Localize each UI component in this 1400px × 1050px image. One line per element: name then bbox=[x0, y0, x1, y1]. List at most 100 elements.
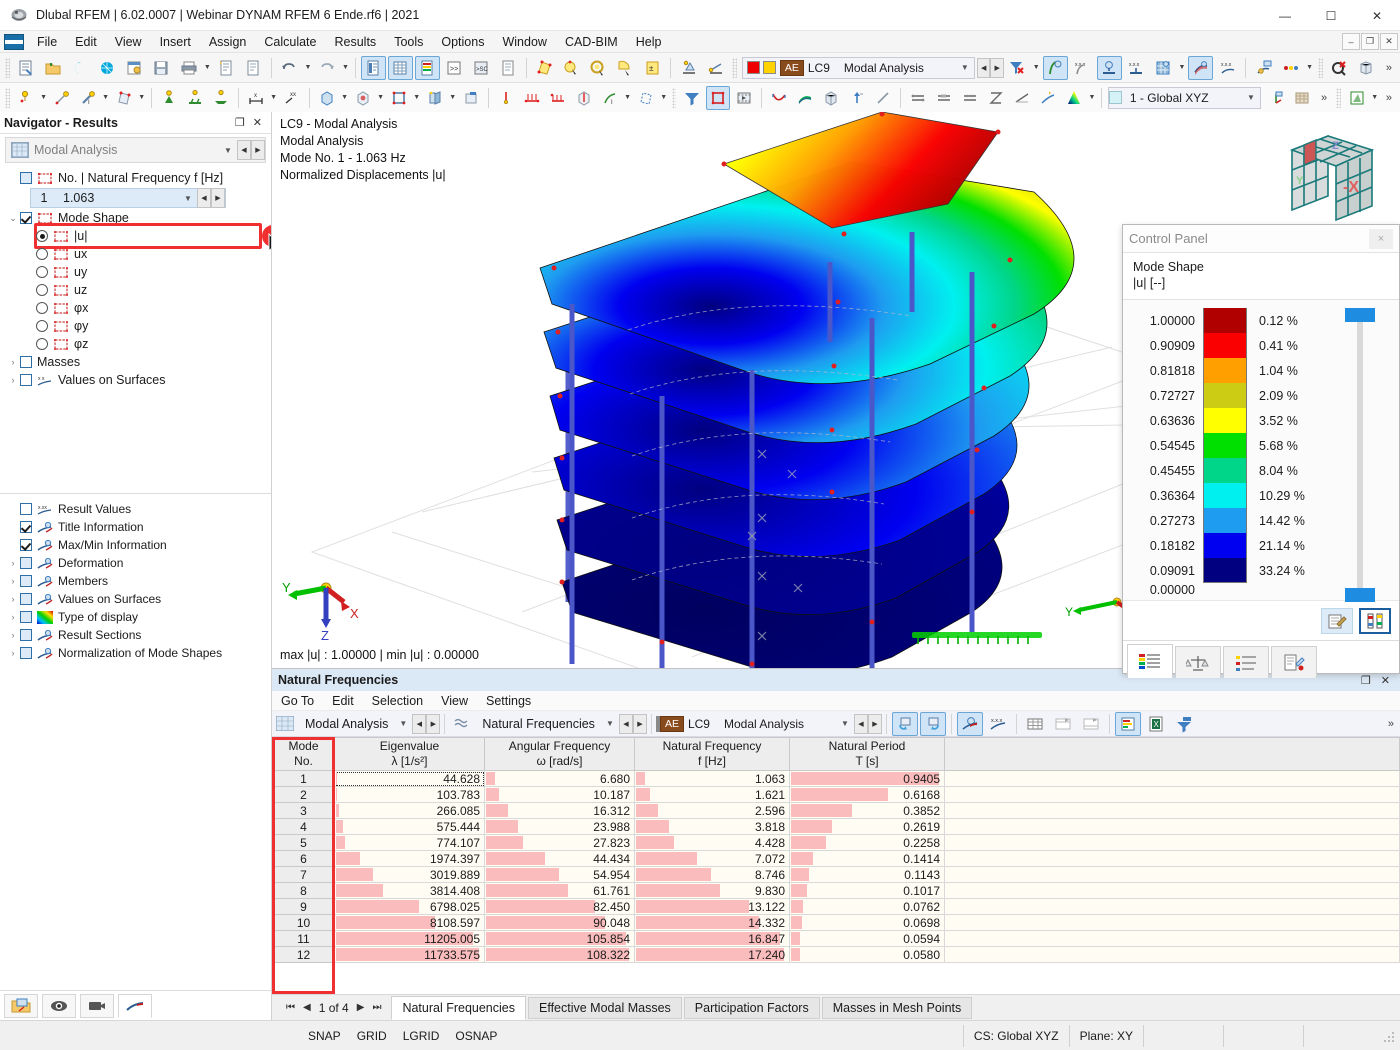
eye-views-icon[interactable] bbox=[42, 993, 76, 1018]
expand-chevron-icon[interactable]: › bbox=[6, 357, 20, 367]
frame-dropdown-icon[interactable]: ▼ bbox=[412, 86, 422, 110]
new-line-icon[interactable] bbox=[50, 86, 74, 110]
menu-cad-bim[interactable]: CAD-BIM bbox=[556, 33, 627, 51]
tree-item-component-u[interactable]: |u| bbox=[0, 227, 271, 245]
table-toolbar-overflow-icon[interactable]: » bbox=[1382, 718, 1400, 730]
surfaces-results-icon[interactable] bbox=[1151, 56, 1176, 80]
cell-mode-no[interactable]: 1 bbox=[272, 770, 335, 787]
cell-eigenvalue[interactable]: 575.444 bbox=[334, 818, 485, 835]
toolbar-grip[interactable] bbox=[671, 87, 677, 108]
scale-line-icon[interactable] bbox=[871, 86, 895, 110]
table-row[interactable]: 3 266.085 16.312 2.596 0.3852 bbox=[272, 802, 1400, 819]
select-ring-icon[interactable] bbox=[586, 56, 611, 80]
load-case-combo[interactable]: AE LC9 Modal Analysis ▼ bbox=[741, 56, 975, 79]
edit-colors-icon[interactable] bbox=[1321, 607, 1353, 634]
cell-mode-no[interactable]: 11 bbox=[272, 930, 335, 947]
cell-angular[interactable]: 108.322 bbox=[484, 946, 635, 963]
cell-period[interactable]: 0.2258 bbox=[789, 834, 945, 851]
cell-mode-no[interactable]: 4 bbox=[272, 818, 335, 835]
legend-slider-max-handle[interactable] bbox=[1345, 308, 1375, 322]
control-panel[interactable]: Control Panel × Mode Shape |u| [--] 1.00… bbox=[1122, 224, 1400, 678]
table-row[interactable]: 8 3814.408 61.761 9.830 0.1017 bbox=[272, 882, 1400, 899]
new-model-icon[interactable] bbox=[14, 56, 39, 80]
checkbox-mode-shape[interactable] bbox=[20, 212, 32, 224]
clear-results-icon[interactable] bbox=[1005, 56, 1030, 80]
expand-chevron-icon[interactable]: › bbox=[6, 648, 20, 658]
section-1-icon[interactable] bbox=[906, 86, 930, 110]
cell-empty[interactable] bbox=[944, 818, 1400, 835]
cell-angular[interactable]: 10.187 bbox=[484, 786, 635, 803]
result-section-new-icon[interactable] bbox=[1036, 86, 1060, 110]
table-lc-prev-button[interactable]: ◀ bbox=[853, 713, 868, 734]
tree-item-masses[interactable]: › Masses bbox=[0, 353, 271, 371]
print-dropdown-icon[interactable]: ▼ bbox=[202, 56, 213, 80]
tree-item-values-on-surfaces[interactable]: › x x Values on Surfaces bbox=[0, 371, 271, 389]
result-values-icon[interactable]: x.x.x bbox=[985, 712, 1011, 736]
cell-empty[interactable] bbox=[944, 802, 1400, 819]
toolbar-grip[interactable] bbox=[5, 87, 10, 108]
printout-dropdown-icon[interactable]: ▼ bbox=[1370, 86, 1380, 110]
status-snap-button[interactable]: SNAP bbox=[300, 1026, 349, 1046]
line-snap-icon[interactable] bbox=[703, 56, 728, 80]
expand-chevron-icon[interactable]: › bbox=[6, 594, 20, 604]
cell-period[interactable]: 0.0594 bbox=[789, 930, 945, 947]
cell-empty[interactable] bbox=[944, 946, 1400, 963]
chevron-down-icon[interactable]: ▼ bbox=[219, 146, 237, 155]
toolbar-overflow-icon[interactable]: » bbox=[1380, 92, 1398, 104]
cell-period[interactable]: 0.6168 bbox=[789, 786, 945, 803]
chevron-down-icon[interactable]: ▼ bbox=[1242, 93, 1260, 102]
table-type-next-button[interactable]: ▶ bbox=[632, 713, 647, 734]
minimize-button[interactable]: — bbox=[1262, 0, 1308, 31]
cell-empty[interactable] bbox=[944, 866, 1400, 883]
cell-eigenvalue[interactable]: 44.628 bbox=[334, 770, 485, 787]
imperfection-dropdown-icon[interactable]: ▼ bbox=[623, 86, 633, 110]
column-header-natural-frequency[interactable]: Natural Frequency f [Hz] bbox=[634, 737, 790, 771]
color-legend-dropdown-icon[interactable]: ▼ bbox=[1087, 86, 1097, 110]
cell-period[interactable]: 0.1143 bbox=[789, 866, 945, 883]
new-surface-icon[interactable] bbox=[112, 86, 136, 110]
chevron-down-icon[interactable]: ▼ bbox=[956, 63, 974, 72]
display-properties-tab[interactable] bbox=[1223, 646, 1269, 678]
toolbar-overflow-icon[interactable]: » bbox=[1380, 62, 1398, 74]
table-scroll-area[interactable]: Mode No. Eigenvalue λ [1/s²] Angular Fre… bbox=[272, 737, 1400, 994]
cell-frequency[interactable]: 3.818 bbox=[634, 818, 790, 835]
radio-component-ux[interactable] bbox=[36, 248, 48, 260]
cell-period[interactable]: 0.0580 bbox=[789, 946, 945, 963]
insert-row-icon[interactable] bbox=[1050, 712, 1076, 736]
table-row[interactable]: 2 103.783 10.187 1.621 0.6168 bbox=[272, 786, 1400, 803]
section-3-icon[interactable] bbox=[958, 86, 982, 110]
cell-frequency[interactable]: 13.122 bbox=[634, 898, 790, 915]
table-view-icon[interactable] bbox=[387, 55, 413, 80]
cell-mode-no[interactable]: 10 bbox=[272, 914, 335, 931]
navigator-next-button[interactable]: ▶ bbox=[251, 140, 265, 160]
display-option-members[interactable]: › Members bbox=[0, 572, 271, 590]
display-option-values-on-surfaces[interactable]: › Values on Surfaces bbox=[0, 590, 271, 608]
table-row[interactable]: 4 575.444 23.988 3.818 0.2619 bbox=[272, 818, 1400, 835]
delete-row-icon[interactable] bbox=[1078, 712, 1104, 736]
filter-table-icon[interactable] bbox=[1171, 712, 1197, 736]
section-2-icon[interactable] bbox=[932, 86, 956, 110]
cell-frequency[interactable]: 4.428 bbox=[634, 834, 790, 851]
cell-empty[interactable] bbox=[944, 914, 1400, 931]
animation-icon[interactable] bbox=[732, 86, 756, 110]
cell-period[interactable]: 0.0762 bbox=[789, 898, 945, 915]
tree-item-component-uz[interactable]: uz bbox=[0, 281, 271, 299]
table-type-prev-button[interactable]: ◀ bbox=[618, 713, 633, 734]
result-beads-icon[interactable] bbox=[1278, 56, 1303, 80]
undo-dropdown-icon[interactable]: ▼ bbox=[303, 56, 314, 80]
toolbar-grip[interactable] bbox=[1336, 87, 1341, 108]
table-analysis-combo[interactable]: Modal Analysis ▼ ◀ ▶ bbox=[276, 713, 441, 735]
cell-eigenvalue[interactable]: 6798.025 bbox=[334, 898, 485, 915]
result-details-tab[interactable] bbox=[1271, 646, 1317, 678]
display-option-normalization[interactable]: › Normalization of Mode Shapes bbox=[0, 644, 271, 662]
mesh-icon[interactable] bbox=[634, 86, 658, 110]
camera-icon[interactable] bbox=[80, 993, 114, 1018]
cell-frequency[interactable]: 17.240 bbox=[634, 946, 790, 963]
column-header-mode[interactable]: Mode No. bbox=[272, 737, 335, 771]
tree-item-component-uy[interactable]: uy bbox=[0, 263, 271, 281]
show-results-graphic-icon[interactable] bbox=[956, 711, 983, 736]
menu-options[interactable]: Options bbox=[432, 33, 493, 51]
surface-dropdown-icon[interactable]: ▼ bbox=[137, 86, 147, 110]
sync-selection-icon[interactable] bbox=[891, 711, 918, 736]
cell-frequency[interactable]: 7.072 bbox=[634, 850, 790, 867]
